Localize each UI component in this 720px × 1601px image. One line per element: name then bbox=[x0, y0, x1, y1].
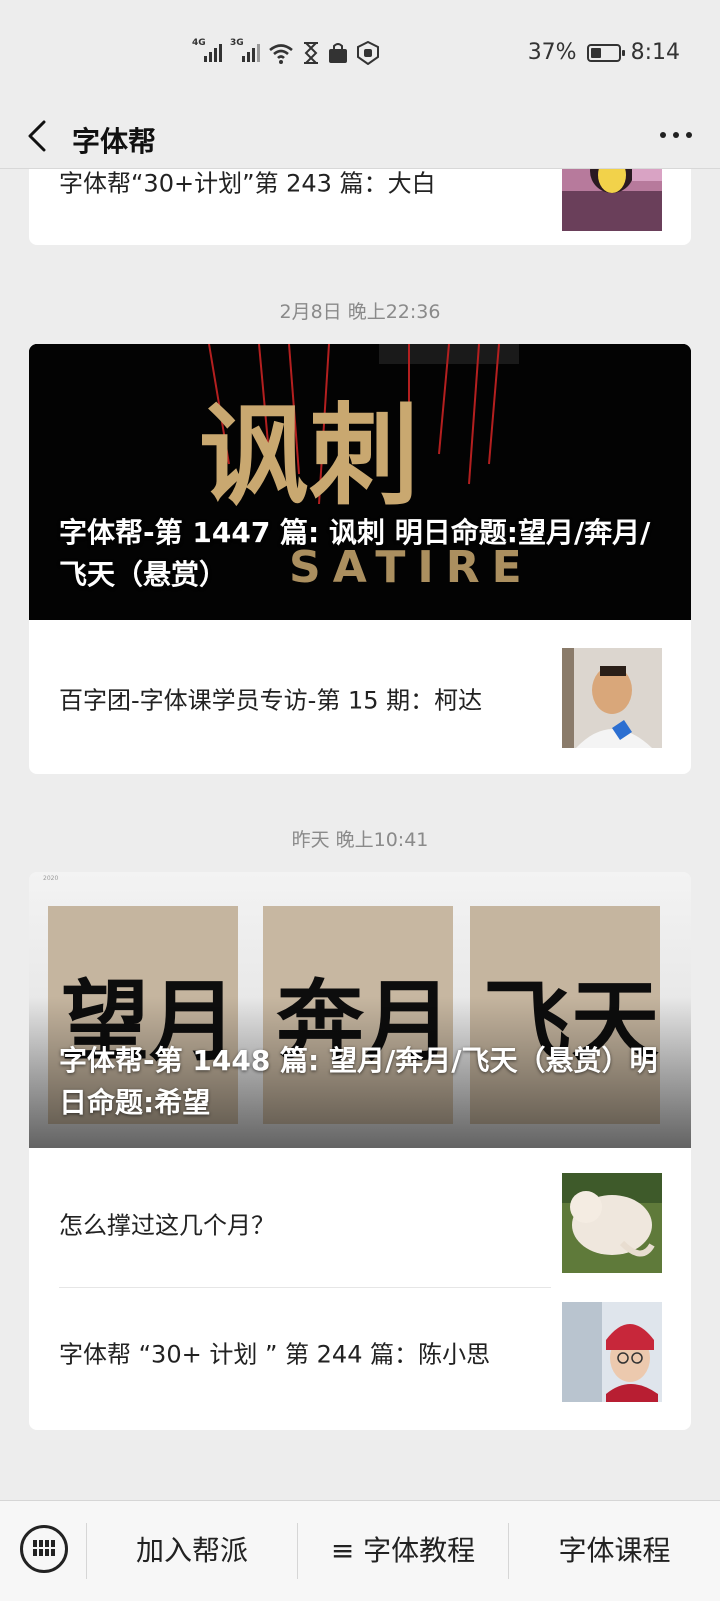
message-feed[interactable]: 字体帮“30+计划”第 243 篇：大白 2月8日 晚上22:36 讽刺 SAT… bbox=[0, 169, 720, 1499]
page-title: 字体帮 bbox=[72, 125, 157, 158]
shield-hand-icon bbox=[357, 41, 379, 65]
hourglass-icon bbox=[304, 42, 318, 64]
article-row[interactable]: 百字团-字体课学员专访-第 15 期：柯达 bbox=[29, 634, 691, 762]
signal-4g-icon: 4G bbox=[192, 38, 222, 62]
bag-icon bbox=[329, 43, 347, 63]
article-card[interactable]: 讽刺 SATIRE 字体帮-第 1447 篇: 讽刺 明日命题:望月/奔月/飞天… bbox=[29, 344, 691, 774]
article-hero[interactable]: 讽刺 SATIRE 字体帮-第 1447 篇: 讽刺 明日命题:望月/奔月/飞天… bbox=[29, 344, 691, 620]
article-card[interactable]: 字体帮“30+计划”第 243 篇：大白 bbox=[29, 169, 691, 245]
back-arrow-icon[interactable] bbox=[24, 118, 54, 154]
hero-art-text: 讽刺 bbox=[199, 391, 419, 520]
battery-icon bbox=[586, 43, 625, 62]
timestamp: 昨天 晚上10:41 bbox=[291, 829, 429, 851]
battery-percent: 37% bbox=[527, 40, 577, 65]
wifi-icon bbox=[269, 44, 293, 64]
article-title: 怎么撑过这几个月？ bbox=[59, 1211, 275, 1240]
article-title: 百字团-字体课学员专访-第 15 期：柯达 bbox=[59, 686, 483, 715]
hero-title: 字体帮-第 1448 篇: 望月/奔月/飞天（悬赏）明日命题:希望 bbox=[59, 1044, 658, 1119]
article-title: 字体帮 “30+ 计划 ” 第 244 篇：陈小思 bbox=[59, 1340, 491, 1369]
article-title: 字体帮“30+计划”第 243 篇：大白 bbox=[59, 169, 436, 198]
article-thumbnail bbox=[562, 1302, 662, 1402]
article-thumbnail bbox=[562, 1173, 662, 1273]
bottom-menu-bar: 加入帮派 ≡ 字体教程 字体课程 bbox=[0, 1500, 720, 1601]
article-row[interactable]: 字体帮 “30+ 计划 ” 第 244 篇：陈小思 bbox=[29, 1288, 691, 1416]
article-thumbnail bbox=[562, 169, 662, 231]
article-thumbnail bbox=[562, 648, 662, 748]
menu-font-tutorials[interactable]: ≡ 字体教程 bbox=[298, 1501, 508, 1601]
status-right: 37% 8:14 bbox=[528, 40, 680, 65]
hero-title: 字体帮-第 1447 篇: 讽刺 明日命题:望月/奔月/飞天（悬赏） bbox=[59, 516, 651, 591]
more-options-icon[interactable] bbox=[660, 132, 692, 138]
timestamp: 2月8日 晚上22:36 bbox=[279, 301, 441, 323]
status-icons: 4G 3G bbox=[192, 38, 380, 68]
clock: 8:14 bbox=[630, 40, 680, 65]
article-hero[interactable]: 2020 望月 奔月 飞天 字体帮-第 1448 篇: 望月/奔月/飞天（悬赏）… bbox=[29, 872, 691, 1148]
article-row[interactable]: 怎么撑过这几个月？ bbox=[29, 1159, 691, 1287]
menu-join-group[interactable]: 加入帮派 bbox=[87, 1501, 297, 1601]
article-row[interactable]: 字体帮“30+计划”第 243 篇：大白 bbox=[29, 169, 691, 245]
navigation-bar: 字体帮 bbox=[0, 104, 720, 169]
menu-font-courses[interactable]: 字体课程 bbox=[509, 1501, 720, 1601]
article-card[interactable]: 2020 望月 奔月 飞天 字体帮-第 1448 篇: 望月/奔月/飞天（悬赏）… bbox=[29, 872, 691, 1430]
keyboard-toggle-icon[interactable] bbox=[20, 1525, 68, 1573]
signal-3g-icon: 3G bbox=[230, 38, 260, 62]
status-bar: 4G 3G 37% 8:14 bbox=[0, 0, 720, 104]
